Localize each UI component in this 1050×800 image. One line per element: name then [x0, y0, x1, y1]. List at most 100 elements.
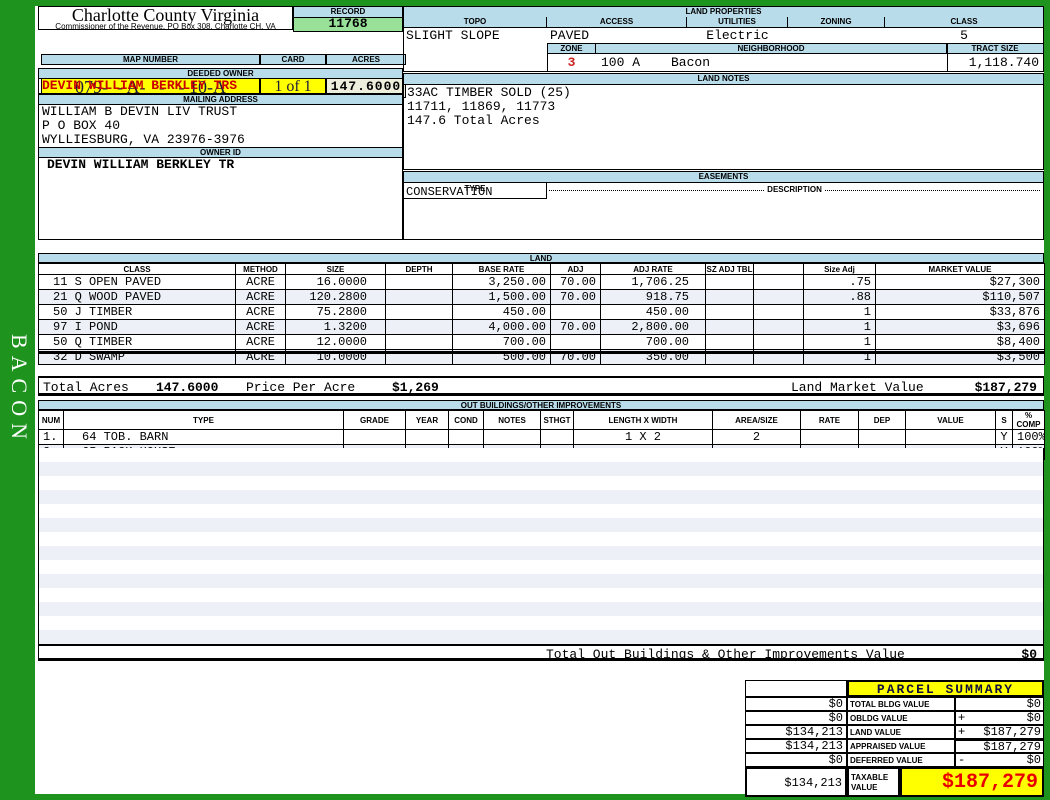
land-totals-row: Total Acres 147.6000 Price Per Acre $1,2…: [38, 376, 1044, 396]
easement-type-value: CONSERVATION: [406, 185, 492, 199]
cell-base-rate: 3,250.00: [453, 275, 551, 290]
owner-id-value: DEVIN WILLIAM BERKLEY TR: [38, 158, 403, 173]
neighborhood-value: Bacon: [671, 56, 710, 70]
col-year: YEAR: [406, 411, 449, 430]
utilities-value: Electric: [687, 29, 788, 43]
empty-rows-area: [38, 448, 1044, 644]
cell-depth: [386, 320, 453, 335]
cell-size: 16.0000: [286, 275, 386, 290]
land-table-header: CLASS METHOD SIZE DEPTH BASE RATE ADJ AD…: [39, 264, 1045, 275]
summary-corner-cell: [745, 680, 847, 697]
cell-year: [406, 430, 449, 445]
land-row: 21 Q WOOD PAVED ACRE 120.2800 1,500.00 7…: [39, 290, 1045, 305]
taxable-label: TAXABLE VALUE: [847, 767, 900, 797]
land-notes-line1: 33AC TIMBER SOLD (25): [407, 86, 571, 100]
cell-blank: [754, 320, 804, 335]
col-num: NUM: [39, 411, 64, 430]
deeded-owner-value: DEVIN WILLIAM BERKLEY TRS: [38, 79, 403, 94]
cell-grade: [344, 430, 406, 445]
cell-depth: [386, 290, 453, 305]
cell-class: 11 S OPEN PAVED: [39, 275, 236, 290]
col-rate: RATE: [801, 411, 859, 430]
summary-op: -: [958, 754, 965, 766]
summary-row-label: OBLDG VALUE: [847, 711, 955, 725]
parcel-summary-title: PARCEL SUMMARY: [847, 680, 1044, 697]
cell-class: 50 Q TIMBER: [39, 335, 236, 350]
county-header: Charlotte County Virginia Commissioner o…: [38, 6, 293, 30]
cell-adj: 70.00: [551, 290, 601, 305]
col-depth: DEPTH: [386, 264, 453, 275]
cell-method: ACRE: [236, 275, 286, 290]
neighborhood-label: NEIGHBORHOOD: [596, 43, 947, 54]
summary-op: +: [958, 712, 965, 724]
land-row: 50 Q TIMBER ACRE 12.0000 700.00 700.00 1…: [39, 335, 1045, 350]
utilities-label: UTILITIES: [687, 17, 788, 28]
price-per-acre-label: Price Per Acre: [246, 380, 355, 395]
cell-sz-adj-tbl: [706, 305, 754, 320]
cell-method: ACRE: [236, 320, 286, 335]
section-divider: [38, 351, 1044, 354]
taxable-left-value: $134,213: [745, 767, 847, 797]
out-buildings-total-label: Total Out Buildings & Other Improvements…: [546, 647, 905, 662]
cell-size: 75.2800: [286, 305, 386, 320]
cell-size-adj: 1: [804, 305, 876, 320]
tract-size-label: TRACT SIZE: [947, 43, 1043, 54]
summary-row-label: APPRAISED VALUE: [847, 739, 955, 753]
cell-blank: [754, 305, 804, 320]
summary-row-value-cell: + $0: [955, 711, 1044, 725]
cell-value: [906, 430, 996, 445]
out-buildings-header: NUM TYPE GRADE YEAR COND NOTES STHGT LEN…: [39, 411, 1045, 430]
land-market-value: $187,279: [975, 380, 1037, 395]
col-adj-rate: ADJ RATE: [601, 264, 706, 275]
col-size: SIZE: [286, 264, 386, 275]
cell-adj: [551, 305, 601, 320]
taxable-value: $187,279: [900, 767, 1044, 797]
zone-divider: [547, 43, 548, 71]
land-notes-text: 33AC TIMBER SOLD (25) 11711, 11869, 1177…: [407, 86, 571, 128]
cell-method: ACRE: [236, 305, 286, 320]
cell-notes: [484, 430, 541, 445]
cell-market-value: $27,300: [876, 275, 1045, 290]
summary-value: $187,279: [983, 741, 1041, 752]
summary-row-label: TOTAL BLDG VALUE: [847, 697, 955, 711]
sidebar-neighborhood-label: BACON: [4, 295, 32, 485]
cell-market-value: $3,696: [876, 320, 1045, 335]
property-record-card: BACON Charlotte County Virginia Commissi…: [0, 0, 1050, 800]
summary-row-label: LAND VALUE: [847, 725, 955, 739]
cell-market-value: $33,876: [876, 305, 1045, 320]
col-area-size: AREA/SIZE: [713, 411, 801, 430]
summary-value: $0: [1027, 698, 1041, 710]
col-cond: COND: [449, 411, 484, 430]
cell-size-adj: .88: [804, 290, 876, 305]
cell-s: Y: [996, 430, 1013, 445]
cell-adj-rate: 700.00: [601, 335, 706, 350]
zoning-label: ZONING: [788, 17, 885, 28]
cell-sz-adj-tbl: [706, 275, 754, 290]
land-table: CLASS METHOD SIZE DEPTH BASE RATE ADJ AD…: [38, 263, 1045, 365]
summary-row-value-cell: $187,279: [955, 739, 1044, 753]
summary-left-value: $0: [745, 753, 847, 767]
summary-row-label: DEFERRED VALUE: [847, 753, 955, 767]
cell-type: 64 TOB. BARN: [64, 430, 344, 445]
cell-base-rate: 450.00: [453, 305, 551, 320]
cell-base-rate: 4,000.00: [453, 320, 551, 335]
easement-description-label: DESCRIPTION: [767, 185, 822, 194]
cell-rate: [801, 430, 859, 445]
cell-method: ACRE: [236, 335, 286, 350]
cell-sz-adj-tbl: [706, 320, 754, 335]
access-label: ACCESS: [547, 17, 687, 28]
land-notes-line3: 147.6 Total Acres: [407, 114, 571, 128]
cell-adj: 70.00: [551, 275, 601, 290]
tract-divider: [947, 43, 948, 71]
summary-row-value-cell: $0: [955, 697, 1044, 711]
cell-size-adj: 1: [804, 335, 876, 350]
cell-method: ACRE: [236, 290, 286, 305]
land-notes-line2: 11711, 11869, 11773: [407, 100, 571, 114]
land-row: 11 S OPEN PAVED ACRE 16.0000 3,250.00 70…: [39, 275, 1045, 290]
parcel-summary: PARCEL SUMMARY $0 TOTAL BLDG VALUE $0 $0…: [745, 680, 1044, 797]
col-type: TYPE: [64, 411, 344, 430]
out-buildings-title: OUT BUILDINGS/OTHER IMPROVEMENTS: [38, 400, 1044, 410]
summary-value: $187,279: [983, 726, 1041, 738]
col-market-value: MARKET VALUE: [876, 264, 1045, 275]
cell-size: 120.2800: [286, 290, 386, 305]
